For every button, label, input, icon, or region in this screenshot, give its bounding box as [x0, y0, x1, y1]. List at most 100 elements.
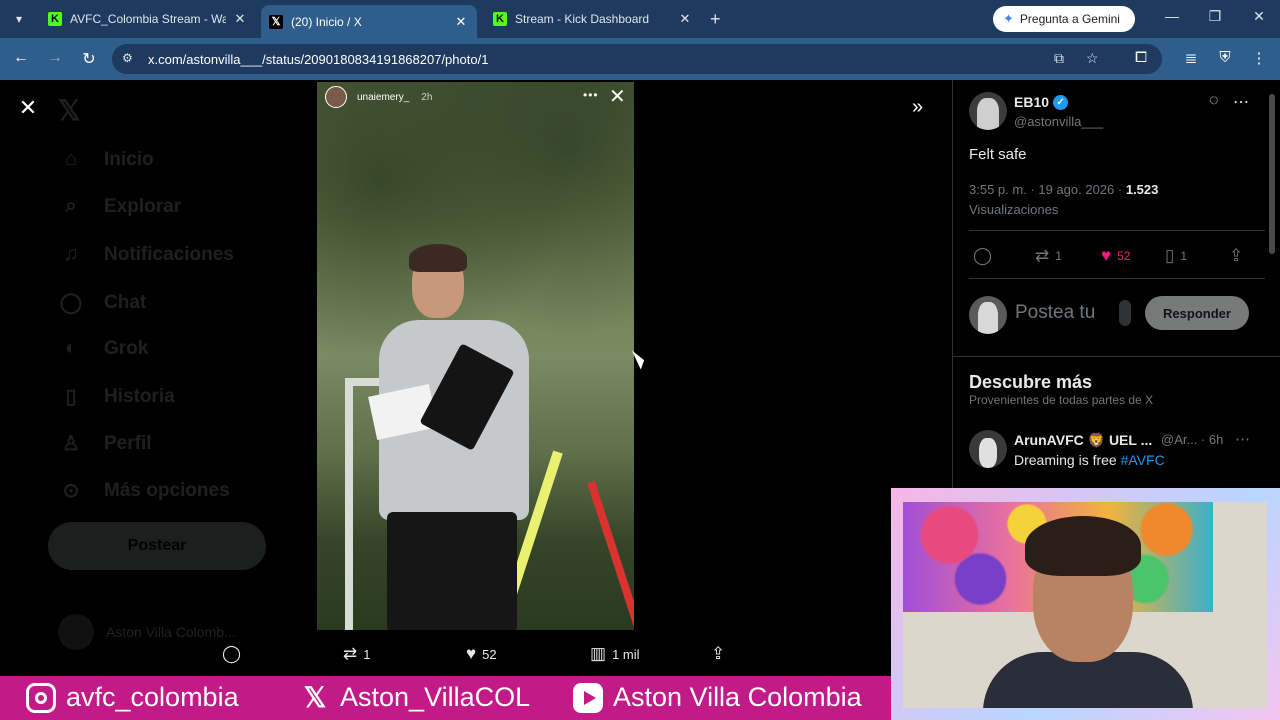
like-count: 52	[1117, 249, 1131, 263]
scrollbar[interactable]	[1269, 94, 1275, 254]
sidebar-item-label: Explorar	[104, 195, 182, 217]
bookmark-count: 1	[1180, 249, 1188, 263]
more-options-icon[interactable]: ⋯	[1235, 430, 1250, 448]
retweet-icon: ⇄	[343, 644, 358, 663]
tab-title: AVFC_Colombia Stream - Watch	[70, 12, 226, 26]
author-name[interactable]: EB10 ✓	[1014, 94, 1069, 110]
bookmark-button[interactable]: ▯ 1	[1165, 246, 1187, 266]
reply-button[interactable]: ◯	[973, 246, 998, 266]
webcam-overlay	[891, 488, 1280, 720]
browser-toolbar: ← → ↻ ⚙ x.com/astonvilla___/status/20901…	[0, 38, 1280, 80]
retweet-count: 1	[363, 646, 371, 662]
back-arrow-icon[interactable]: ←	[10, 49, 32, 67]
share-button[interactable]: ⇪	[1229, 246, 1249, 266]
instagram-handle: avfc_colombia	[26, 682, 239, 713]
url-text[interactable]: x.com/astonvilla___/status/2090180834191…	[148, 52, 488, 67]
story-time: 2h	[421, 91, 433, 103]
retweet-icon: ⇄	[1035, 246, 1050, 265]
webcam-feed	[903, 502, 1267, 708]
tab-kick-dashboard[interactable]: K Stream - Kick Dashboard ✕	[485, 5, 701, 33]
recommended-avatar[interactable]	[969, 430, 1007, 468]
gemini-button[interactable]: ✦ Pregunta a Gemini	[993, 6, 1135, 32]
tweet-photo[interactable]: unaiemery_ 2h ••• ✕	[317, 82, 634, 630]
like-action[interactable]: ♥ 52	[466, 644, 497, 664]
sidebar-item-label: Grok	[104, 337, 149, 359]
retweet-button[interactable]: ⇄ 1	[1035, 246, 1062, 266]
reload-icon[interactable]: ↻	[78, 49, 100, 69]
media-controls-icon[interactable]: ≣	[1180, 49, 1202, 67]
tab-search-chevron-icon[interactable]: ▾	[8, 8, 30, 30]
goal-post	[345, 382, 353, 630]
sidebar-item-label: Inicio	[104, 148, 154, 170]
maximize-icon[interactable]: ❐	[1205, 8, 1225, 25]
views-action[interactable]: ▥ 1 mil	[590, 644, 640, 664]
more-options-icon[interactable]: ⋯	[1233, 92, 1249, 112]
divider	[953, 356, 1280, 357]
forward-arrow-icon[interactable]: →	[44, 49, 66, 67]
retweet-action[interactable]: ⇄ 1	[343, 644, 370, 664]
account-name: Aston Villa Colomb...	[106, 624, 236, 640]
divider	[969, 278, 1265, 279]
youtube-icon	[573, 682, 603, 713]
post-text: Dreaming is free	[1014, 452, 1121, 468]
sidebar-item-label: Notificaciones	[104, 243, 234, 265]
recommended-author-handle[interactable]: @Ar... · 6h	[1161, 432, 1223, 447]
chat-icon: ◯	[59, 292, 83, 314]
chrome-menu-icon[interactable]: ⋮	[1248, 49, 1270, 67]
reply-input[interactable]: Postea tu	[1015, 302, 1095, 324]
address-bar[interactable]: ⚙ x.com/astonvilla___/status/20901808341…	[112, 44, 1162, 74]
close-tab-icon[interactable]: ✕	[232, 11, 248, 27]
views-count: 1 mil	[612, 646, 640, 662]
hashtag-link[interactable]: #AVFC	[1121, 452, 1165, 468]
bookmark-star-icon[interactable]: ☆	[1086, 50, 1099, 67]
tab-x-inicio[interactable]: 𝕏 (20) Inicio / X ✕	[261, 5, 477, 38]
tab-avfc-stream[interactable]: K AVFC_Colombia Stream - Watch ✕	[40, 5, 256, 33]
reply-action[interactable]: ◯	[222, 644, 247, 664]
post-button: Postear	[48, 522, 266, 570]
recommended-post-text[interactable]: Dreaming is free #AVFC	[1014, 452, 1165, 468]
verified-badge-icon: ✓	[1053, 94, 1069, 110]
discover-title: Descubre más	[969, 372, 1093, 392]
instagram-icon	[26, 682, 56, 713]
grok-icon[interactable]: ◌	[1209, 92, 1219, 110]
browser-tab-bar: ▾ K AVFC_Colombia Stream - Watch ✕ 𝕏 (20…	[0, 0, 1280, 38]
like-button[interactable]: ♥ 52	[1101, 246, 1130, 266]
instagram-text: avfc_colombia	[66, 682, 239, 712]
close-tab-icon[interactable]: ✕	[453, 14, 469, 30]
extensions-puzzle-icon[interactable]: ⧠	[1130, 49, 1152, 66]
extension-icon[interactable]: ⛨	[1214, 49, 1236, 66]
person-shorts	[387, 512, 517, 630]
sidebar-item-chat: ◯ Chat	[58, 290, 146, 315]
author-handle[interactable]: @astonvilla___	[1014, 114, 1103, 129]
minimize-icon[interactable]: —	[1162, 8, 1182, 24]
sidebar-item-notificaciones: ♫ Notificaciones	[58, 243, 234, 266]
author-avatar[interactable]	[969, 92, 1007, 130]
sidebar-item-label: Perfil	[104, 432, 152, 454]
recommended-author-name[interactable]: ArunAVFC 🦁 UEL ...	[1014, 432, 1152, 449]
home-icon: ⌂	[64, 148, 78, 170]
site-settings-icon[interactable]: ⚙	[122, 51, 133, 65]
story-header: unaiemery_ 2h	[325, 86, 432, 108]
x-text: Aston_VillaCOL	[340, 682, 531, 712]
tab-title: Stream - Kick Dashboard	[515, 12, 650, 26]
close-window-icon[interactable]: ✕	[1249, 8, 1269, 25]
sidebar-item-historia: ▯ Historia	[58, 384, 174, 409]
youtube-text: Aston Villa Colombia	[613, 682, 862, 712]
close-viewer-icon[interactable]: ✕	[16, 96, 40, 120]
collapse-panel-icon[interactable]: »	[912, 96, 923, 119]
kick-icon: K	[48, 12, 62, 26]
person-icon: ♙	[62, 433, 80, 455]
search-icon: ⌕	[65, 195, 77, 217]
install-app-icon[interactable]: ⧉	[1054, 50, 1064, 67]
share-action[interactable]: ⇪	[711, 644, 731, 664]
like-count: 52	[482, 646, 497, 662]
close-tab-icon[interactable]: ✕	[677, 11, 693, 27]
kick-icon: K	[493, 12, 507, 26]
sidebar-item-perfil: ♙ Perfil	[58, 431, 152, 456]
reply-input-scrollbar[interactable]	[1119, 300, 1131, 326]
gemini-sparkle-icon: ✦	[1003, 11, 1014, 26]
story-more-icon: •••	[583, 88, 599, 102]
reply-submit-button[interactable]: Responder	[1145, 296, 1249, 330]
new-tab-plus-icon[interactable]: +	[710, 9, 721, 30]
screen: ▾ K AVFC_Colombia Stream - Watch ✕ 𝕏 (20…	[0, 0, 1280, 720]
